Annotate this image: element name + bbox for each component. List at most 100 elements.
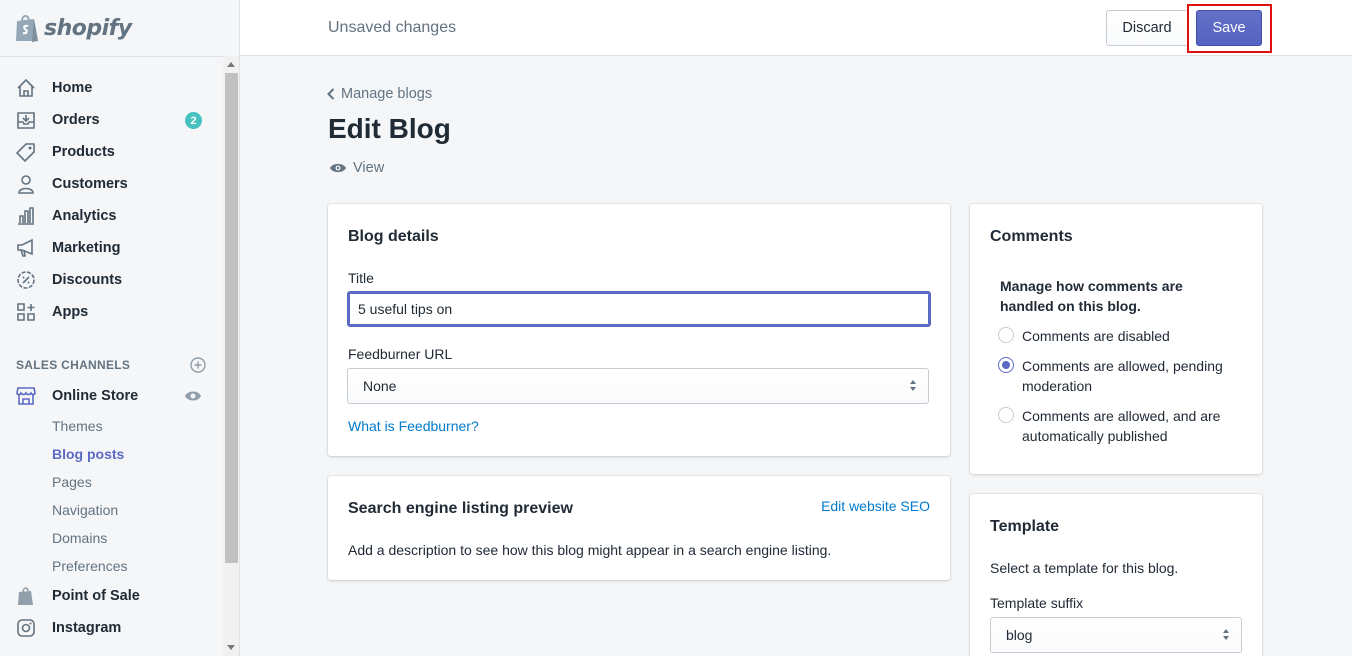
blog-details-card: Blog details Title 5 useful tips on Feed… (328, 204, 950, 456)
sidebar-item-analytics[interactable]: Analytics (0, 200, 223, 232)
sidebar-subitem-navigation[interactable]: Navigation (0, 496, 223, 524)
person-icon (16, 174, 36, 194)
shopify-logo[interactable]: shopify (14, 12, 132, 44)
sidebar-scrollbar[interactable] (223, 56, 239, 656)
sidebar-subitem-preferences[interactable]: Preferences (0, 552, 223, 580)
comments-card: Comments Manage how comments are handled… (970, 204, 1262, 474)
chevron-left-icon (327, 88, 335, 100)
sidebar-item-label: Analytics (52, 208, 117, 224)
view-label: View (353, 160, 385, 176)
home-icon (16, 78, 36, 98)
radio-label: Comments are disabled (1022, 328, 1170, 344)
sidebar-item-label: Discounts (52, 272, 123, 288)
instagram-icon (16, 618, 36, 638)
template-suffix-select[interactable]: blog (990, 617, 1242, 653)
radio-label: Comments are allowed, and are automatica… (1022, 408, 1221, 444)
unsaved-changes-message: Unsaved changes (328, 19, 457, 36)
subitem-label: Themes (52, 418, 103, 434)
scroll-down-icon[interactable] (227, 645, 235, 650)
radio-button[interactable] (998, 327, 1014, 343)
page-title: Edit Blog (328, 113, 451, 144)
sidebar-item-label: Marketing (52, 240, 121, 256)
sidebar-subitem-themes[interactable]: Themes (0, 412, 223, 440)
sidebar-item-label: Customers (52, 176, 128, 192)
sidebar-subitem-blog-posts[interactable]: Blog posts (0, 440, 223, 468)
view-blog-link[interactable]: View (329, 160, 384, 176)
select-arrows-icon (910, 380, 916, 391)
sidebar-subitem-pages[interactable]: Pages (0, 468, 223, 496)
sidebar-item-products[interactable]: Products (0, 136, 223, 168)
shopify-bag-icon (16, 15, 38, 42)
card-title: Comments (990, 228, 1073, 245)
card-title: Template (990, 518, 1060, 535)
seo-description: Add a description to see how this blog m… (348, 542, 832, 558)
radio-button[interactable] (998, 357, 1014, 373)
sales-channels-header: SALES CHANNELS (16, 356, 206, 374)
bar-chart-icon (16, 206, 36, 226)
sidebar-subitem-domains[interactable]: Domains (0, 524, 223, 552)
breadcrumb-label: Manage blogs (341, 86, 433, 102)
eye-icon[interactable] (184, 389, 202, 403)
sidebar-divider (0, 56, 239, 57)
sidebar-item-label: Point of Sale (52, 588, 140, 604)
sales-channels: Online Store Themes Blog posts Pages Nav… (0, 380, 223, 644)
discard-button[interactable]: Discard (1106, 10, 1188, 46)
sidebar: shopify Home Orders 2 Products Customers… (0, 0, 240, 656)
edit-seo-link[interactable]: Edit website SEO (821, 498, 930, 514)
radio-comments-moderated[interactable]: Comments are allowed, pending moderation (998, 356, 1234, 396)
brand-name: shopify (44, 15, 132, 41)
template-description: Select a template for this blog. (990, 560, 1179, 576)
sidebar-item-home[interactable]: Home (0, 72, 223, 104)
subitem-label: Navigation (52, 502, 119, 518)
title-input[interactable]: 5 useful tips on (347, 291, 931, 327)
tag-icon (16, 142, 36, 162)
radio-comments-disabled[interactable]: Comments are disabled (998, 326, 1234, 346)
add-channel-icon[interactable] (190, 357, 206, 373)
discount-icon (16, 270, 36, 290)
sidebar-item-label: Apps (52, 304, 89, 320)
seo-preview-card: Search engine listing preview Edit websi… (328, 476, 950, 580)
sidebar-item-orders[interactable]: Orders 2 (0, 104, 223, 136)
sidebar-item-online-store[interactable]: Online Store (0, 380, 223, 412)
scroll-thumb[interactable] (225, 73, 238, 563)
sidebar-item-marketing[interactable]: Marketing (0, 232, 223, 264)
scroll-up-icon[interactable] (227, 62, 235, 67)
sidebar-item-apps[interactable]: Apps (0, 296, 223, 328)
store-icon (16, 386, 36, 406)
feedburner-selected-value: None (363, 378, 397, 394)
sidebar-item-label: Products (52, 144, 115, 160)
radio-label: Comments are allowed, pending moderation (1022, 358, 1223, 394)
pos-icon (16, 586, 36, 606)
feedburner-select[interactable]: None (347, 368, 929, 404)
template-selected-value: blog (1006, 627, 1033, 643)
orders-count-badge: 2 (185, 112, 202, 129)
select-arrows-icon (1223, 629, 1229, 640)
radio-button[interactable] (998, 407, 1014, 423)
feedburner-help-link[interactable]: What is Feedburner? (348, 418, 479, 434)
subitem-label: Preferences (52, 558, 128, 574)
breadcrumb[interactable]: Manage blogs (327, 86, 432, 102)
main-nav: Home Orders 2 Products Customers Analyti… (0, 72, 223, 328)
sidebar-item-instagram[interactable]: Instagram (0, 612, 223, 644)
sidebar-item-customers[interactable]: Customers (0, 168, 223, 200)
sidebar-item-point-of-sale[interactable]: Point of Sale (0, 580, 223, 612)
contextual-save-bar: Unsaved changes Discard Save (240, 0, 1352, 56)
save-button[interactable]: Save (1196, 10, 1262, 46)
template-suffix-label: Template suffix (990, 595, 1084, 611)
subitem-label: Domains (52, 530, 108, 546)
comments-subheading: Manage how comments are handled on this … (1000, 278, 1183, 314)
card-title: Blog details (348, 228, 439, 245)
subitem-label: Pages (52, 474, 92, 490)
sidebar-item-label: Orders (52, 112, 100, 128)
sidebar-item-label: Instagram (52, 620, 122, 636)
template-card: Template Select a template for this blog… (970, 494, 1262, 656)
sidebar-item-discounts[interactable]: Discounts (0, 264, 223, 296)
card-title: Search engine listing preview (348, 500, 573, 517)
section-label: SALES CHANNELS (16, 358, 131, 372)
orders-icon (16, 110, 36, 130)
megaphone-icon (16, 238, 36, 258)
feedburner-label: Feedburner URL (348, 346, 453, 362)
radio-comments-published[interactable]: Comments are allowed, and are automatica… (998, 406, 1234, 446)
sidebar-item-label: Home (52, 80, 93, 96)
eye-icon (330, 163, 346, 173)
